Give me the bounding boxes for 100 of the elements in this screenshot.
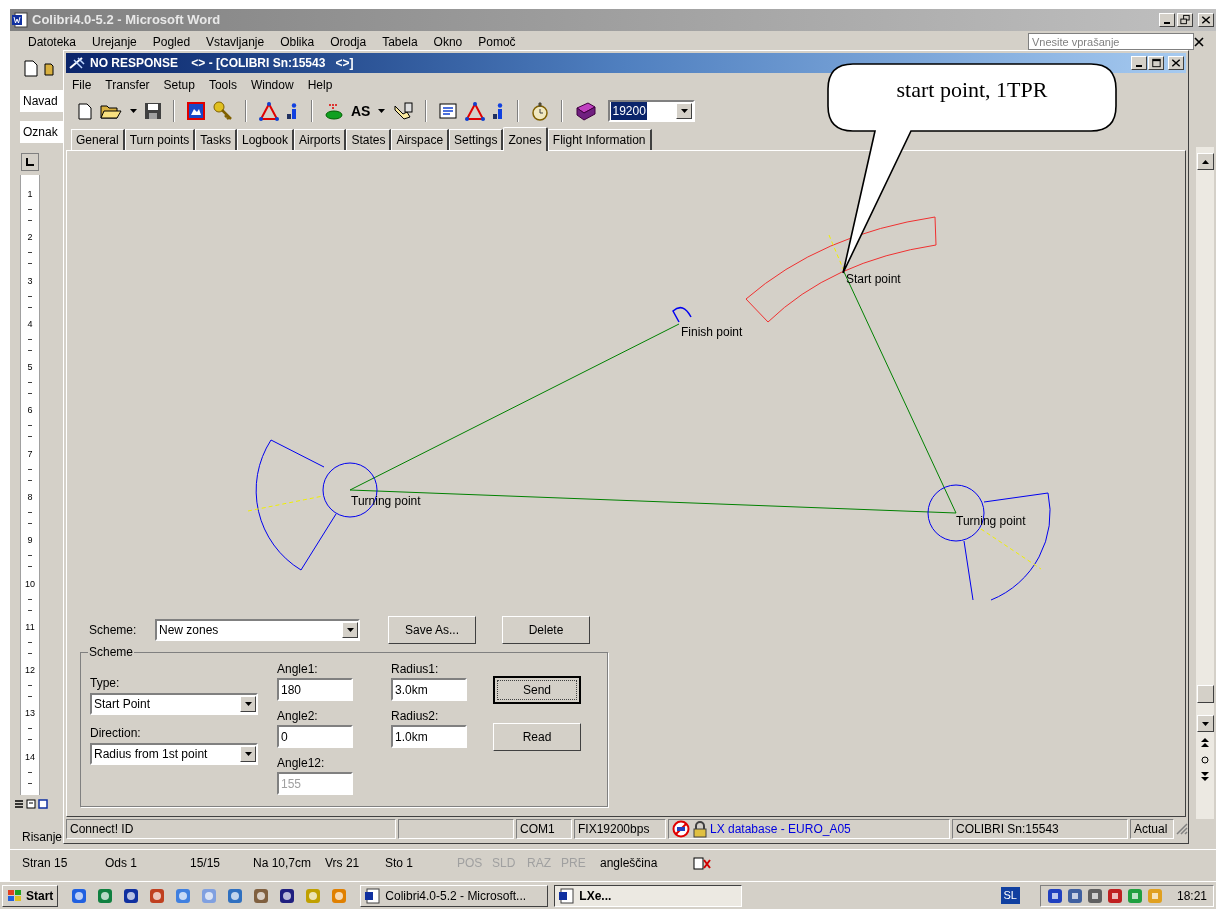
tab[interactable]: Logbook <box>237 129 295 150</box>
previous-page-icon[interactable] <box>1201 738 1209 748</box>
restore-button[interactable] <box>1177 13 1193 27</box>
minimize-button[interactable] <box>1131 56 1147 70</box>
disc-icon[interactable] <box>325 102 343 120</box>
field-label: Scheme: <box>89 622 138 639</box>
toolbar-button[interactable]: AS <box>351 100 371 122</box>
input-field[interactable]: 180 <box>277 678 353 701</box>
clock: 18:21 <box>1176 887 1207 905</box>
dropdown[interactable]: New zones <box>155 619 360 641</box>
menu-item[interactable]: Pogled <box>152 34 191 49</box>
form-button[interactable]: Delete <box>502 616 590 644</box>
tab[interactable]: States <box>346 129 392 150</box>
caret-icon[interactable] <box>346 628 354 632</box>
menu-item[interactable]: Oblika <box>280 34 315 49</box>
tab[interactable]: Settings <box>449 129 504 150</box>
tab[interactable]: Tasks <box>195 129 237 150</box>
new-document-icon[interactable] <box>78 102 92 120</box>
pointing-hand-icon[interactable] <box>393 102 414 120</box>
spelling-book-icon[interactable] <box>693 855 711 870</box>
scroll-up-icon[interactable] <box>1201 159 1209 164</box>
start-button[interactable]: Start <box>2 884 59 907</box>
caret-icon[interactable] <box>244 752 252 756</box>
info-icon[interactable] <box>287 102 299 120</box>
book-icon[interactable] <box>575 101 597 121</box>
vertical-scrollbar[interactable] <box>1196 147 1214 819</box>
window-title: NO RESPONSE <> - [COLIBRI Sn:15543 <>] <box>90 55 354 72</box>
resize-grip-icon[interactable] <box>1176 823 1188 835</box>
key-icon[interactable] <box>213 101 233 121</box>
web-view-icon[interactable] <box>26 799 36 809</box>
input-field[interactable]: 3.0km <box>391 678 467 701</box>
menu-item[interactable]: Transfer <box>105 75 150 94</box>
form-button[interactable]: Save As... <box>388 616 476 644</box>
close-button[interactable] <box>1168 56 1184 70</box>
menu-item[interactable]: Urejanje <box>92 34 137 49</box>
scroll-thumb[interactable] <box>1196 685 1214 703</box>
finish-zone-arc <box>672 306 692 323</box>
folder-icon[interactable] <box>44 61 54 76</box>
browse-object-icon[interactable] <box>1201 756 1209 764</box>
style-field[interactable]: Navad <box>20 89 63 112</box>
style-field[interactable]: Oznak <box>20 120 63 143</box>
lock-icon <box>693 820 707 838</box>
menu-item[interactable]: Help <box>307 75 333 94</box>
taskbar-button[interactable]: Colibri4.0-5.2 - Microsoft... <box>360 884 549 907</box>
triangle-route-icon[interactable] <box>259 101 279 121</box>
menu-item[interactable]: Window <box>250 75 294 94</box>
folder-icon[interactable] <box>100 102 122 120</box>
next-page-icon[interactable] <box>1201 772 1209 782</box>
callout-text: start point, 1TPR <box>896 77 1048 103</box>
field-label: Type: <box>90 676 121 690</box>
tab[interactable]: Airspace <box>391 129 450 150</box>
input-field[interactable]: 0 <box>277 725 353 748</box>
form-button[interactable]: Send <box>493 676 581 704</box>
menu-item[interactable]: Tabela <box>382 34 418 49</box>
maximize-button[interactable] <box>1148 56 1164 70</box>
map-label: Finish point <box>681 325 743 339</box>
taskbar-button[interactable]: LXe... <box>554 884 743 907</box>
drawing-menu[interactable]: Risanje <box>22 828 63 846</box>
language-indicator[interactable]: SL <box>1000 887 1020 904</box>
close-icon[interactable] <box>1194 36 1204 47</box>
menu-item[interactable]: Vstavljanje <box>206 34 265 49</box>
picture-frame-icon[interactable] <box>187 102 205 120</box>
ruler-number: 13 <box>25 708 35 719</box>
menu-item[interactable]: Pomoč <box>478 34 516 49</box>
dropdown[interactable]: Radius from 1st point <box>90 743 258 765</box>
group-title: Scheme <box>88 645 135 659</box>
ruler-number: 8 <box>27 491 33 502</box>
minimize-button[interactable] <box>1159 13 1175 27</box>
normal-view-icon[interactable] <box>14 799 24 809</box>
close-button[interactable] <box>1198 13 1214 27</box>
caret-icon[interactable] <box>680 109 688 113</box>
stopwatch-icon[interactable] <box>531 101 550 121</box>
input-field[interactable]: 1.0km <box>391 725 467 748</box>
new-document-icon[interactable] <box>24 60 38 77</box>
status-text: COM1 <box>520 821 555 838</box>
caret-icon[interactable] <box>244 702 252 706</box>
tab[interactable]: Flight Information <box>547 129 652 150</box>
menu-item[interactable]: Okno <box>433 34 463 49</box>
help-search-field[interactable]: Vnesite vprašanje <box>1028 33 1194 50</box>
tab[interactable]: Zones <box>503 127 548 151</box>
menu-item[interactable]: File <box>72 75 92 94</box>
triangle-route-icon[interactable] <box>465 101 486 121</box>
tab[interactable]: General <box>71 129 125 150</box>
print-view-icon[interactable] <box>38 799 48 809</box>
menu-item[interactable]: Tools <box>208 75 237 94</box>
document-list-icon[interactable] <box>439 103 458 119</box>
status-text: Actual <box>1134 821 1168 838</box>
menu-item[interactable]: Setup <box>163 75 195 94</box>
menu-item[interactable]: Orodja <box>330 34 367 49</box>
baud-rate-combo[interactable]: 19200 <box>608 100 696 122</box>
dropdown[interactable]: Start Point <box>90 693 258 715</box>
menu-item[interactable]: Datoteka <box>28 34 77 49</box>
no-map-icon <box>672 820 690 838</box>
scroll-down-icon[interactable] <box>1201 721 1209 726</box>
tab[interactable]: Turn points <box>124 129 196 150</box>
tab-stop-button[interactable] <box>21 153 39 171</box>
caret-icon[interactable] <box>130 109 137 113</box>
form-button[interactable]: Read <box>493 723 581 751</box>
tab[interactable]: Airports <box>294 129 347 150</box>
caret-icon[interactable] <box>378 109 386 113</box>
